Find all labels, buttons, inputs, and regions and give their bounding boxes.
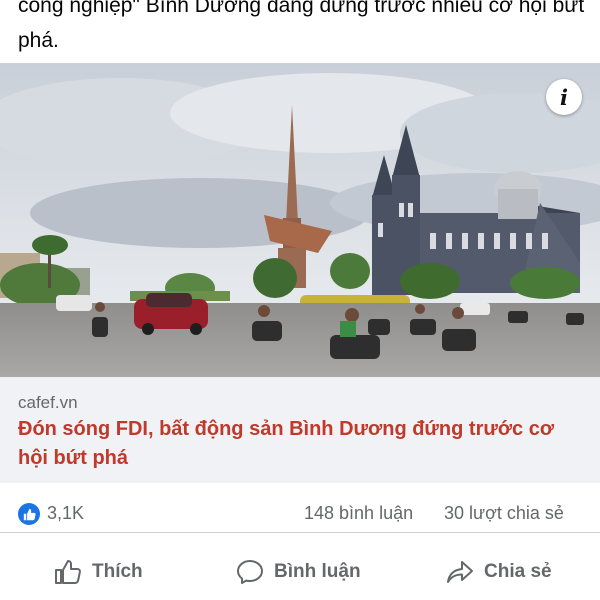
reaction-count[interactable]: 3,1K (47, 503, 84, 524)
share-icon (447, 561, 473, 583)
engagement-stats: 3,1K 148 bình luận 30 lượt chia sẻ (0, 496, 600, 533)
link-headline[interactable]: Đón sóng FDI, bất động sản Bình Dương đứ… (18, 415, 588, 473)
thumbs-up-icon (55, 560, 81, 584)
comment-button[interactable]: Bình luận (236, 548, 361, 596)
action-bar: Thích Bình luận Chia sẻ (0, 548, 600, 596)
share-count[interactable]: 30 lượt chia sẻ (444, 503, 564, 524)
share-button-label: Chia sẻ (484, 561, 552, 582)
share-button[interactable]: Chia sẻ (446, 548, 552, 596)
comment-count[interactable]: 148 bình luận (304, 503, 413, 524)
link-preview-card[interactable]: i cafef.vn Đón sóng FDI, bất động sản Bì… (0, 63, 600, 483)
comment-button-label: Bình luận (274, 561, 361, 582)
like-reaction-icon[interactable] (18, 503, 40, 525)
like-button-label: Thích (92, 561, 143, 582)
post-text: công nghiệp" Bình Dương đang đứng trước … (18, 0, 585, 52)
comment-icon (237, 560, 263, 584)
like-button[interactable]: Thích (54, 548, 143, 596)
info-icon[interactable]: i (546, 79, 582, 115)
link-preview-image[interactable] (0, 63, 600, 377)
link-domain: cafef.vn (18, 393, 78, 412)
